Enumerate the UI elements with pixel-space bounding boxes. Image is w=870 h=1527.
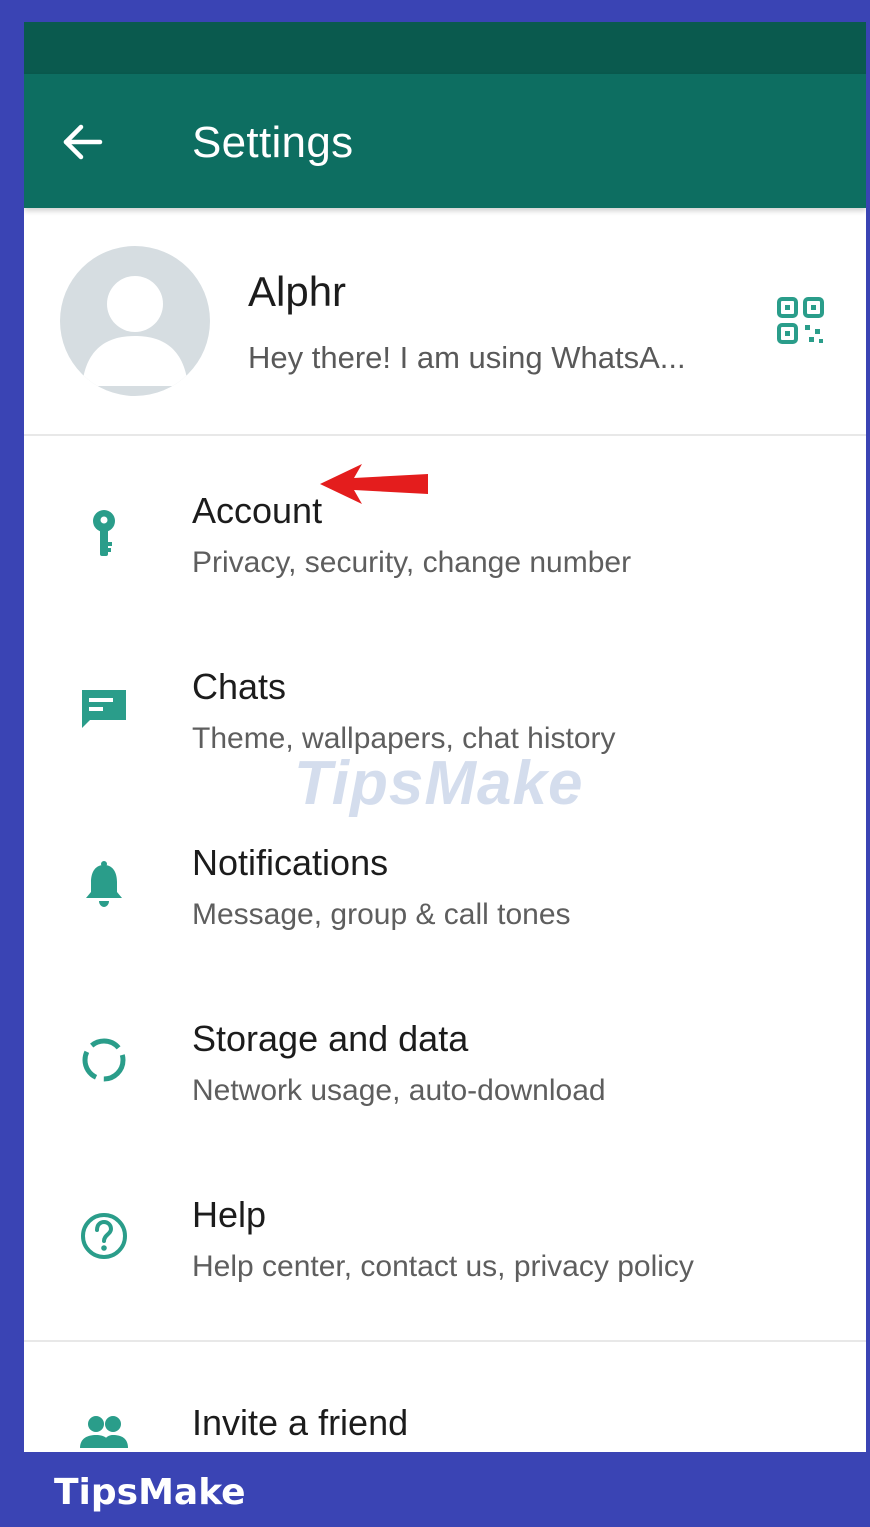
back-button[interactable] (54, 114, 110, 170)
menu-item-notifications[interactable]: Notifications Message, group & call tone… (24, 822, 866, 994)
arrow-left-icon (63, 124, 103, 160)
menu-item-title: Invite a friend (192, 1402, 409, 1443)
menu-item-storage[interactable]: Storage and data Network usage, auto-dow… (24, 998, 866, 1170)
storage-icon (82, 1038, 126, 1082)
people-icon (80, 1416, 128, 1448)
divider (24, 1340, 866, 1342)
menu-item-subtitle: Network usage, auto-download (192, 1074, 606, 1107)
status-bar (24, 22, 866, 74)
menu-item-subtitle: Message, group & call tones (192, 898, 571, 931)
page-title: Settings (192, 118, 354, 167)
annotation-arrow-icon (320, 464, 428, 504)
menu-item-title: Notifications (192, 842, 389, 883)
watermark: TipsMake (294, 749, 584, 818)
key-icon (93, 510, 115, 556)
bell-icon (86, 861, 122, 907)
profile-name: Alphr (248, 268, 347, 315)
avatar[interactable] (60, 246, 210, 396)
menu-item-title: Storage and data (192, 1018, 469, 1059)
menu-item-invite[interactable]: Invite a friend (24, 1378, 866, 1452)
qr-code-icon (777, 297, 824, 344)
qr-code-button[interactable] (776, 296, 826, 346)
phone-screen: Settings Alphr Hey there! I am using Wha… (24, 22, 866, 1452)
profile-section[interactable]: Alphr Hey there! I am using WhatsA... (24, 208, 866, 434)
menu-item-subtitle: Privacy, security, change number (192, 546, 632, 579)
menu-item-title: Help (192, 1194, 267, 1235)
app-bar: Settings (24, 74, 866, 208)
help-icon (81, 1213, 127, 1259)
menu-item-account[interactable]: Account Privacy, security, change number (24, 470, 866, 642)
profile-status: Hey there! I am using WhatsA... (248, 340, 686, 375)
menu-item-title: Chats (192, 666, 287, 707)
menu-item-help[interactable]: Help Help center, contact us, privacy po… (24, 1174, 866, 1346)
menu-item-subtitle: Help center, contact us, privacy policy (192, 1250, 694, 1283)
menu-item-title: Account (192, 490, 323, 531)
chat-icon (82, 690, 126, 728)
default-avatar-icon (82, 276, 188, 386)
divider (24, 434, 866, 436)
brand-logo: TipsMake (54, 1472, 246, 1513)
